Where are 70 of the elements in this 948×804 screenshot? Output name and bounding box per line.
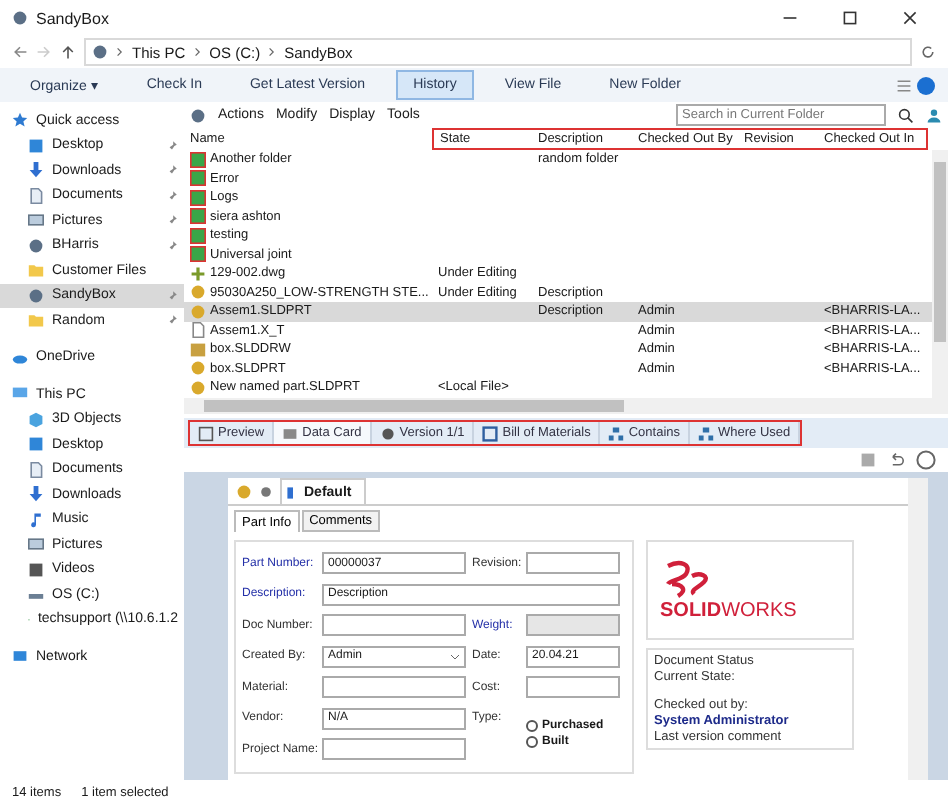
maximize-icon: [842, 10, 858, 26]
settings-icon: [260, 485, 272, 497]
document-icon: [28, 187, 44, 204]
window-title: SandyBox: [36, 9, 111, 27]
desktop-icon: [28, 137, 44, 154]
horizontal-scrollbar[interactable]: [184, 398, 948, 414]
vault-icon: [28, 237, 44, 254]
back-icon: [12, 44, 28, 60]
download-icon: [28, 162, 44, 179]
hierarchy-icon: [608, 425, 625, 441]
folder-icon: [28, 262, 44, 279]
refresh-icon: [920, 44, 936, 60]
picture-icon: [28, 212, 44, 229]
pin-icon[interactable]: [166, 289, 178, 302]
pin-icon[interactable]: [166, 239, 178, 252]
logo-icon: [660, 559, 712, 599]
view-options-icon: [896, 77, 912, 93]
help-icon: [916, 75, 936, 95]
input-field[interactable]: [526, 614, 620, 637]
cube-icon: [28, 411, 44, 428]
forward-icon: [36, 44, 52, 60]
network-icon: [12, 648, 28, 665]
download-icon: [28, 486, 44, 503]
input-field[interactable]: [322, 614, 466, 637]
close-icon: [902, 10, 918, 26]
pin-icon[interactable]: [166, 139, 178, 152]
part-icon: [236, 483, 252, 499]
drawing-file-icon: [190, 265, 206, 282]
input-field[interactable]: [322, 738, 466, 761]
star-icon: [12, 112, 28, 129]
folder-icon: [28, 312, 44, 329]
chevron-icon: [191, 46, 204, 58]
scrollbar[interactable]: [908, 478, 928, 780]
card-icon: [282, 425, 299, 441]
vault-icon: [12, 10, 28, 26]
radio-icon[interactable]: [526, 720, 538, 732]
up-icon: [60, 44, 76, 60]
vault-icon: [28, 287, 44, 304]
input-field[interactable]: [526, 676, 620, 699]
radio-icon[interactable]: [526, 736, 538, 748]
desktop-icon: [28, 436, 44, 453]
table-icon: [482, 425, 499, 441]
chevron-down-icon: [450, 651, 460, 662]
undo-icon: [888, 452, 904, 468]
hierarchy-icon: [698, 425, 715, 441]
file-icon: [190, 322, 206, 339]
preview-icon: [198, 425, 214, 441]
input-field[interactable]: [322, 676, 466, 699]
video-icon: [28, 561, 44, 578]
brand-name: SOLIDWORKS: [660, 599, 799, 621]
vault-icon: [190, 107, 206, 123]
music-icon: [28, 511, 44, 528]
save-icon: [860, 452, 876, 468]
chevron-icon: [266, 46, 279, 58]
help-icon: [916, 450, 936, 470]
drawing-sheet-icon: [190, 341, 206, 358]
pin-icon[interactable]: [166, 189, 178, 202]
search-icon: [898, 107, 914, 123]
scrollbar[interactable]: [932, 150, 948, 398]
document-icon: [28, 461, 44, 478]
chevron-icon: [114, 46, 126, 58]
user-icon: [926, 107, 942, 123]
pin-icon[interactable]: [166, 214, 178, 227]
pin-icon[interactable]: [166, 314, 178, 327]
picture-icon: [28, 536, 44, 553]
computer-icon: [12, 386, 28, 403]
version-icon: [379, 425, 396, 441]
pin-icon[interactable]: [166, 164, 178, 177]
input-field[interactable]: [526, 552, 620, 575]
vault-icon: [92, 44, 108, 60]
